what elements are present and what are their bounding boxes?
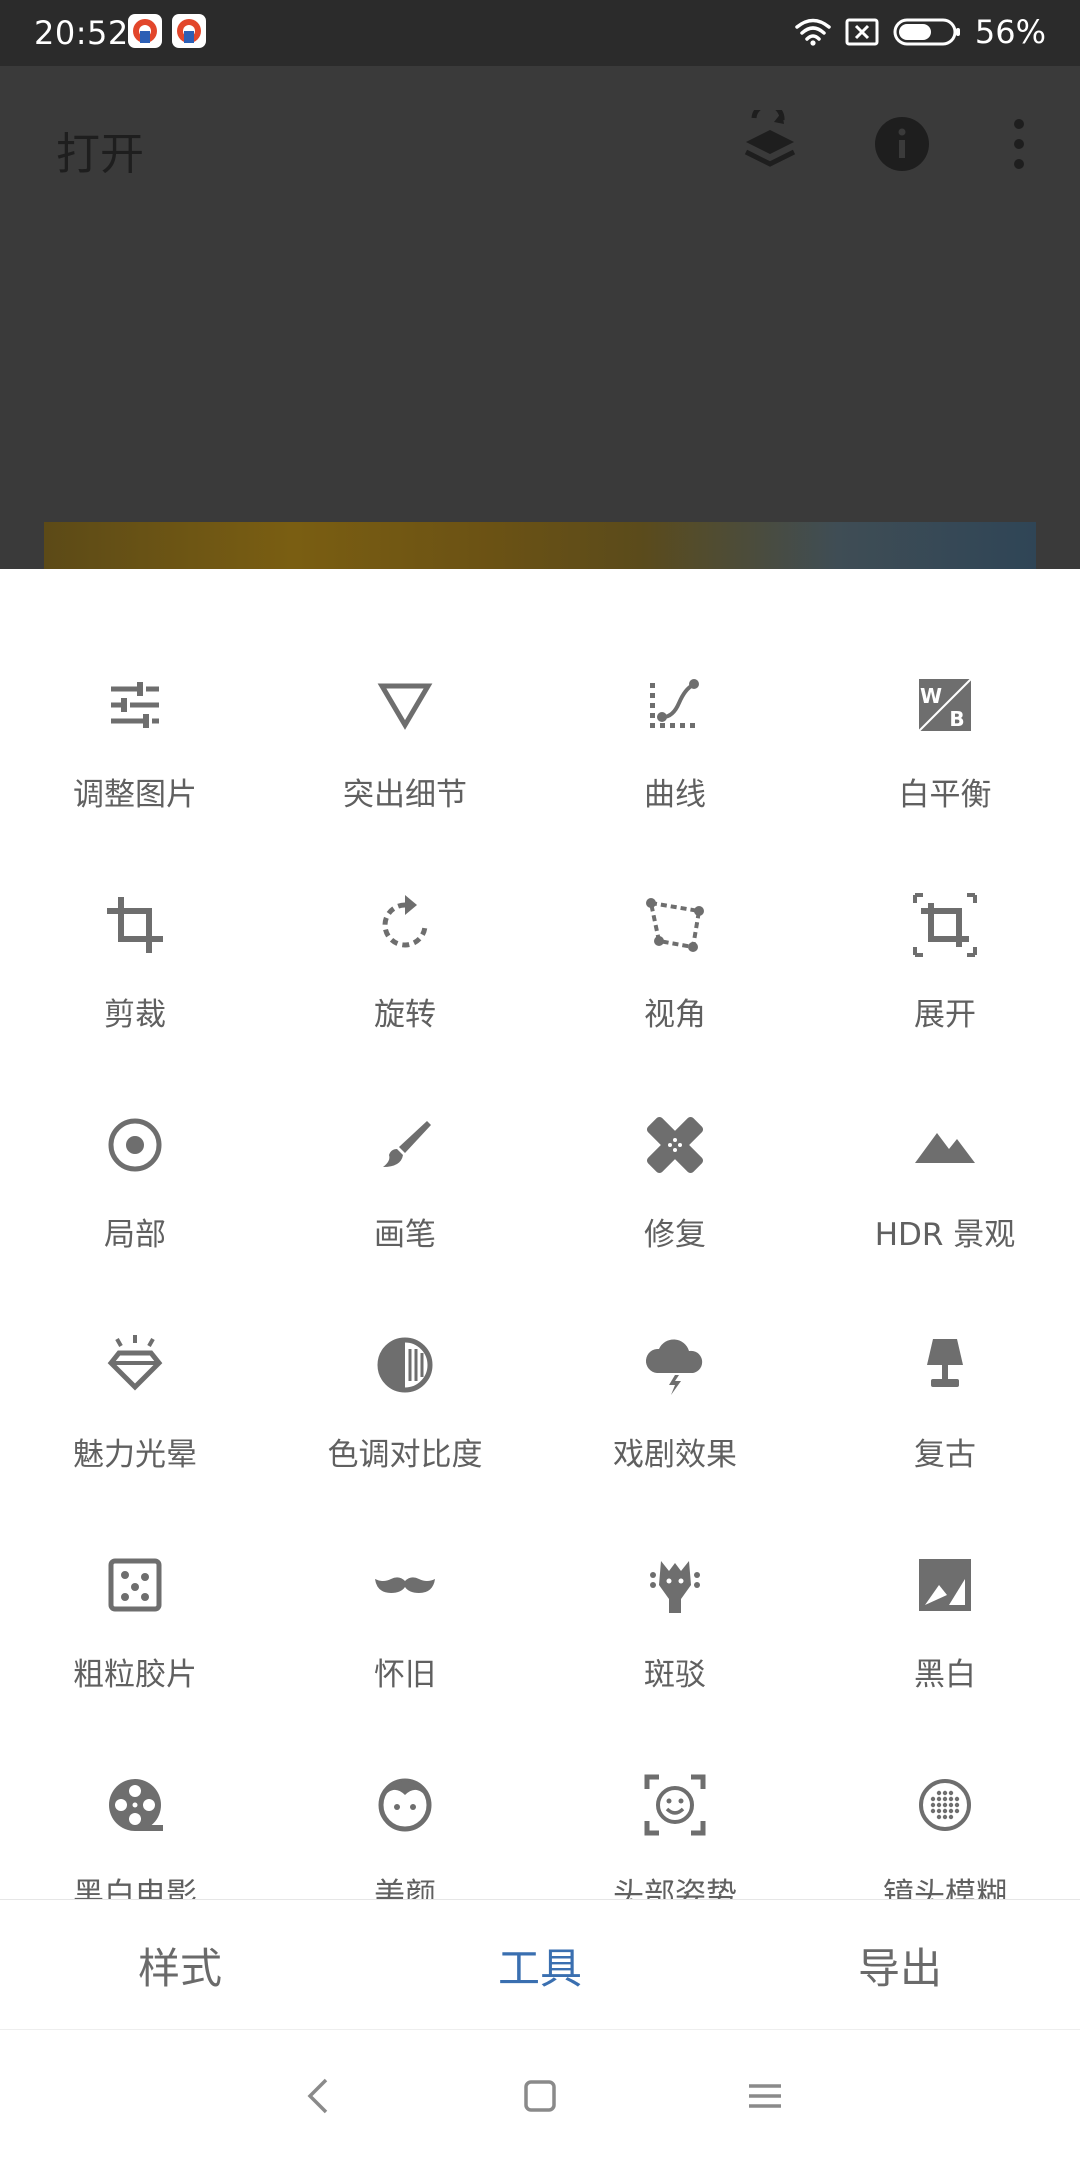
tools-sheet: 调整图片 突出细节 曲线 W B 白平衡 剪裁 旋转 视角 展开 局部 画笔 修… — [0, 569, 1080, 1899]
retrolux-mustache-icon — [375, 1577, 435, 1593]
photo-preview — [44, 522, 1036, 569]
white-balance-icon: W B — [918, 678, 972, 732]
tool-healing[interactable]: 修复 — [540, 1109, 810, 1329]
tool-label: 白平衡 — [898, 777, 992, 813]
page-title[interactable]: 打开 — [56, 118, 144, 182]
tonal-contrast-icon — [377, 1337, 433, 1393]
vintage-lamp-icon — [927, 1339, 963, 1387]
drama-cloud-icon — [645, 1339, 703, 1395]
tool-label: 镜头模糊 — [883, 1877, 1007, 1899]
bottom-tab-bar: 样式 工具 导出 — [0, 1899, 1080, 2030]
selective-icon — [108, 1118, 162, 1172]
head-pose-icon — [644, 1774, 706, 1836]
app-notification-icon — [172, 14, 206, 48]
tool-white-balance[interactable]: W B 白平衡 — [810, 669, 1080, 889]
tool-curves[interactable]: 曲线 — [540, 669, 810, 889]
tool-tonal-contrast[interactable]: 色调对比度 — [270, 1329, 540, 1549]
tool-face-enhance[interactable]: 美颜 — [270, 1769, 540, 1899]
healing-icon — [646, 1116, 704, 1174]
tool-label: 魅力光晕 — [73, 1437, 197, 1473]
tool-label: 突出细节 — [343, 777, 467, 813]
system-nav-bar — [0, 2029, 1080, 2161]
tool-label: 展开 — [914, 997, 976, 1033]
status-time: 20:52 — [34, 14, 129, 52]
back-icon[interactable] — [290, 2066, 350, 2126]
curves-icon — [650, 679, 699, 728]
perspective-icon — [646, 898, 704, 952]
tool-label: 戏剧效果 — [613, 1437, 737, 1473]
tool-label: 头部姿势 — [613, 1877, 737, 1899]
tool-details[interactable]: 突出细节 — [270, 669, 540, 889]
tool-glamour-glow[interactable]: 魅力光晕 — [0, 1329, 270, 1549]
tool-perspective[interactable]: 视角 — [540, 889, 810, 1109]
tool-label: 剪裁 — [104, 997, 166, 1033]
tab-tools[interactable]: 工具 — [360, 1900, 720, 2030]
menu-icon[interactable] — [735, 2066, 795, 2126]
rotate-icon — [382, 895, 428, 948]
tool-label: HDR 景观 — [874, 1217, 1016, 1253]
tool-expand[interactable]: 展开 — [810, 889, 1080, 1109]
brush-icon — [383, 1121, 431, 1167]
tool-grunge[interactable]: 斑驳 — [540, 1549, 810, 1769]
tool-label: 黑白 — [914, 1657, 976, 1693]
tool-vintage[interactable]: 复古 — [810, 1329, 1080, 1549]
grunge-guitar-icon — [650, 1561, 700, 1613]
tool-label: 视角 — [644, 997, 706, 1033]
glamour-glow-icon — [107, 1335, 163, 1391]
tool-tune-image[interactable]: 调整图片 — [0, 669, 270, 889]
dimmed-editor-area[interactable]: 打开 — [0, 66, 1080, 569]
tool-label: 斑驳 — [644, 1657, 706, 1693]
face-enhance-icon — [378, 1778, 432, 1832]
app-notification-icon — [128, 14, 162, 48]
tool-lens-blur[interactable]: 镜头模糊 — [810, 1769, 1080, 1899]
svg-text:W: W — [920, 684, 942, 708]
tool-drama[interactable]: 戏剧效果 — [540, 1329, 810, 1549]
status-bar: 20:52 56% — [0, 0, 1080, 66]
tool-label: 调整图片 — [73, 777, 197, 813]
tab-looks[interactable]: 样式 — [0, 1900, 360, 2030]
lens-blur-icon — [919, 1779, 971, 1831]
tool-label: 曲线 — [644, 777, 706, 813]
details-triangle-icon — [377, 683, 433, 730]
home-icon[interactable] — [510, 2066, 570, 2126]
tool-label: 色调对比度 — [327, 1437, 483, 1473]
tool-label: 黑白电影 — [73, 1877, 197, 1899]
info-icon[interactable] — [872, 114, 932, 174]
tool-label: 修复 — [644, 1217, 706, 1253]
layers-undo-icon[interactable] — [738, 110, 802, 180]
svg-text:B: B — [949, 707, 964, 731]
sim-off-icon — [845, 18, 879, 46]
tool-crop[interactable]: 剪裁 — [0, 889, 270, 1109]
tool-label: 局部 — [104, 1217, 166, 1253]
tool-label: 怀旧 — [374, 1657, 436, 1693]
tool-retrolux[interactable]: 怀旧 — [270, 1549, 540, 1769]
tool-grainy-film[interactable]: 粗粒胶片 — [0, 1549, 270, 1769]
wifi-icon — [795, 18, 831, 46]
battery-percent: 56% — [974, 13, 1046, 51]
tune-sliders-icon — [111, 682, 159, 728]
tool-noir[interactable]: 黑白电影 — [0, 1769, 270, 1899]
tab-export[interactable]: 导出 — [720, 1900, 1080, 2030]
tool-label: 粗粒胶片 — [73, 1657, 197, 1693]
grainy-film-icon — [108, 1558, 162, 1612]
crop-icon — [107, 897, 163, 953]
tool-label: 复古 — [914, 1437, 976, 1473]
noir-film-reel-icon — [109, 1779, 163, 1831]
expand-icon — [913, 893, 977, 957]
tool-brush[interactable]: 画笔 — [270, 1109, 540, 1329]
tool-label: 画笔 — [374, 1217, 436, 1253]
tool-label: 美颜 — [374, 1877, 436, 1899]
tool-head-pose[interactable]: 头部姿势 — [540, 1769, 810, 1899]
battery-icon — [893, 18, 960, 46]
tool-black-white[interactable]: 黑白 — [810, 1549, 1080, 1769]
tool-hdr-scape[interactable]: HDR 景观 — [810, 1109, 1080, 1329]
more-vert-icon[interactable] — [1002, 114, 1036, 174]
tool-rotate[interactable]: 旋转 — [270, 889, 540, 1109]
black-white-icon — [919, 1559, 971, 1611]
tool-label: 旋转 — [374, 997, 436, 1033]
tool-selective[interactable]: 局部 — [0, 1109, 270, 1329]
hdr-mountains-icon — [915, 1133, 975, 1163]
